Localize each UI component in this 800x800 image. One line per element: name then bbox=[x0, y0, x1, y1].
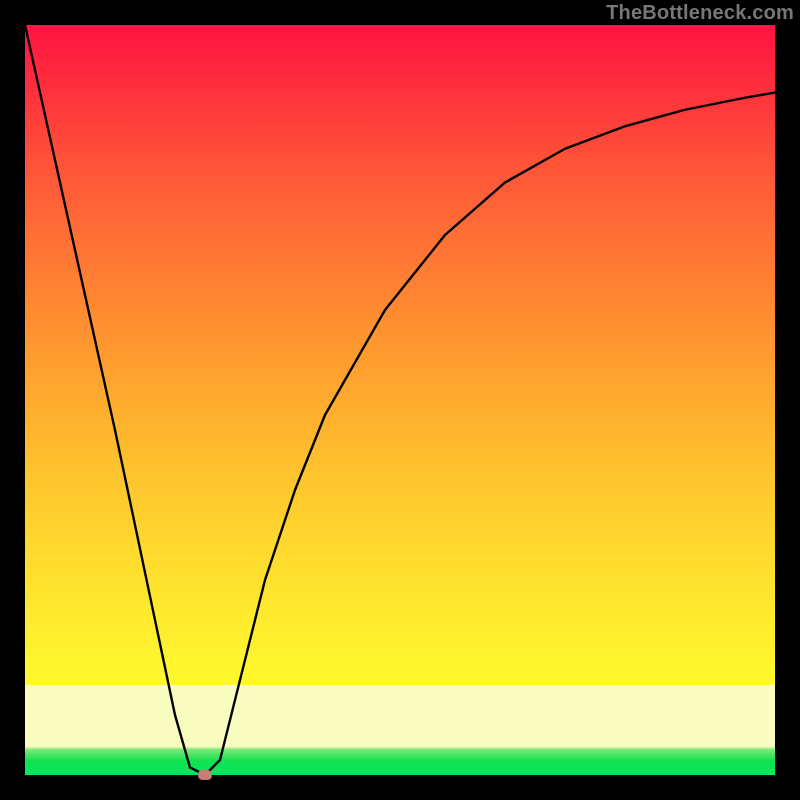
watermark-label: TheBottleneck.com bbox=[606, 2, 794, 25]
plot-area bbox=[25, 25, 775, 775]
minimum-marker bbox=[198, 770, 212, 780]
chart-frame: TheBottleneck.com bbox=[0, 0, 800, 800]
